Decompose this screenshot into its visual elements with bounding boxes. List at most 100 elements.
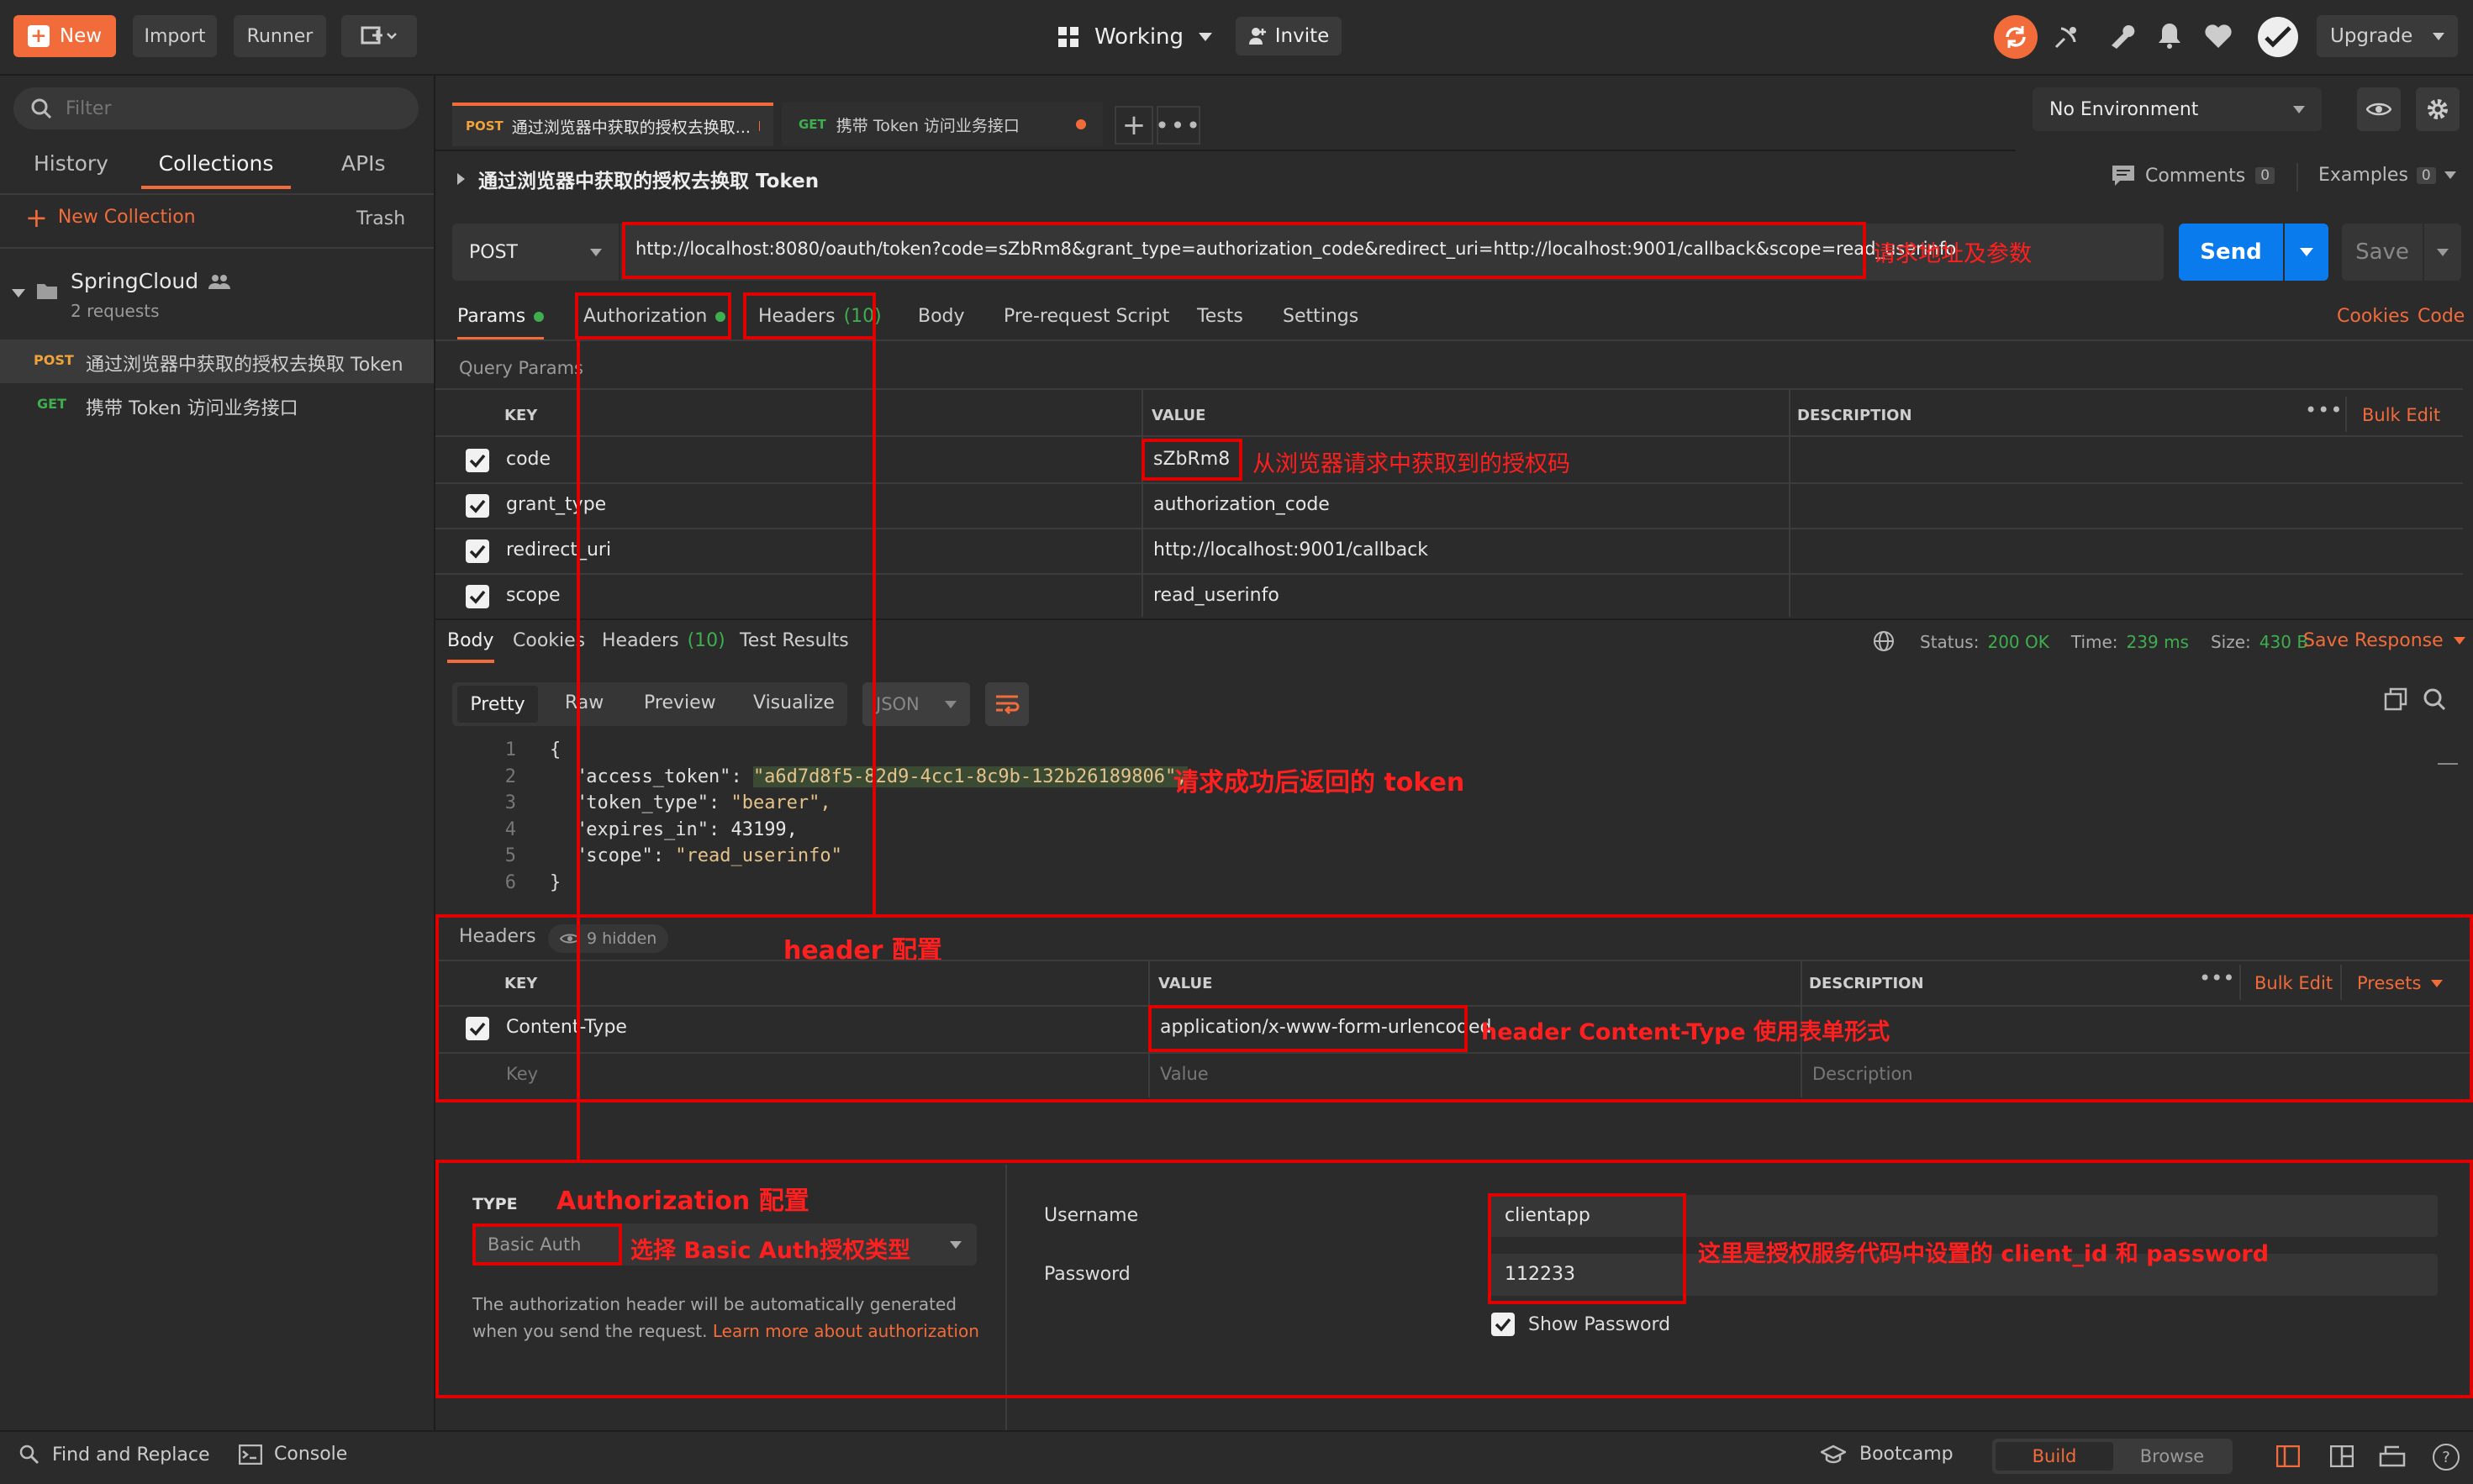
tab-authorization[interactable]: Authorization — [583, 306, 726, 327]
bulk-edit-link[interactable]: Bulk Edit — [2254, 973, 2333, 993]
wrap-lines-button[interactable] — [985, 682, 1029, 726]
show-password-toggle[interactable]: Show Password — [1491, 1313, 1670, 1336]
heart-icon[interactable] — [2204, 24, 2233, 49]
header-value[interactable]: application/x-www-form-urlencoded — [1160, 1017, 1491, 1038]
wrench-icon[interactable] — [2108, 22, 2135, 49]
learn-more-link[interactable]: Learn more about authorization — [713, 1321, 979, 1341]
collection-springcloud[interactable]: SpringCloud 2 requests — [0, 262, 434, 329]
sidebar-request-item[interactable]: POST 通过浏览器中获取的授权去换取 Token — [0, 339, 434, 383]
filter-field[interactable] — [13, 87, 419, 129]
show-password-checkbox[interactable] — [1491, 1313, 1515, 1336]
globe-icon[interactable] — [1873, 630, 1895, 652]
manage-environments[interactable] — [2416, 87, 2460, 131]
satellite-icon[interactable] — [2053, 22, 2081, 50]
import-button[interactable]: Import — [133, 15, 217, 57]
param-checkbox[interactable] — [466, 494, 489, 518]
search-icon[interactable] — [2423, 687, 2446, 711]
param-key[interactable]: code — [506, 449, 551, 470]
new-window-button[interactable] — [341, 15, 417, 57]
upgrade-button[interactable]: Upgrade — [2317, 15, 2458, 57]
send-button[interactable]: Send — [2179, 224, 2283, 281]
request-tab-active[interactable]: POST 通过浏览器中获取的授权去换取... — [452, 103, 773, 146]
username-input[interactable]: clientapp — [1505, 1205, 1590, 1226]
environment-select[interactable]: No Environment — [2033, 87, 2322, 131]
format-select[interactable]: JSON — [862, 682, 970, 726]
help-icon[interactable]: ? — [2433, 1444, 2460, 1471]
new-header-key[interactable]: Key — [506, 1064, 538, 1084]
more-options-icon[interactable]: ••• — [2305, 398, 2343, 422]
param-checkbox[interactable] — [466, 585, 489, 608]
tab-settings[interactable]: Settings — [1283, 306, 1358, 327]
copy-icon[interactable] — [2384, 687, 2407, 711]
layout-icon[interactable] — [2330, 1445, 2354, 1467]
username-field[interactable] — [1490, 1195, 2438, 1237]
two-pane-icon[interactable] — [2276, 1445, 2300, 1467]
keyboard-icon[interactable] — [2379, 1444, 2406, 1467]
password-input[interactable]: 112233 — [1505, 1264, 1575, 1285]
request-tab[interactable]: GET 携带 Token 访问业务接口 — [782, 103, 1103, 146]
tab-body[interactable]: Body — [918, 306, 965, 327]
sync-icon[interactable] — [1994, 15, 2038, 59]
tab-apis[interactable]: APIs — [341, 151, 386, 176]
new-header-value[interactable]: Value — [1160, 1064, 1209, 1084]
find-replace-button[interactable]: Find and Replace — [18, 1444, 209, 1466]
send-options-button[interactable] — [2285, 224, 2328, 281]
code-link[interactable]: Code — [2418, 306, 2465, 327]
add-tab-button[interactable]: + — [1115, 106, 1153, 145]
console-button[interactable]: Console — [239, 1444, 347, 1465]
view-visualize[interactable]: Visualize — [753, 692, 835, 713]
invite-button[interactable]: Invite — [1236, 17, 1342, 55]
param-value[interactable]: authorization_code — [1153, 494, 1330, 515]
tab-history[interactable]: History — [34, 151, 108, 176]
param-value[interactable]: http://localhost:9001/callback — [1153, 539, 1428, 560]
tab-params[interactable]: Params — [457, 306, 545, 340]
header-checkbox[interactable] — [466, 1017, 489, 1040]
header-key[interactable]: Content-Type — [506, 1017, 627, 1038]
response-tab-test-results[interactable]: Test Results — [740, 630, 849, 651]
filter-input[interactable] — [64, 97, 387, 120]
comments-button[interactable]: Comments 0 — [2112, 165, 2275, 187]
param-checkbox[interactable] — [466, 449, 489, 472]
sidebar-request-item[interactable]: GET 携带 Token 访问业务接口 — [0, 383, 434, 427]
save-options-button[interactable] — [2424, 224, 2461, 281]
build-mode-button[interactable]: Build — [1996, 1442, 2113, 1471]
avatar[interactable] — [2258, 17, 2298, 57]
tab-tests[interactable]: Tests — [1197, 306, 1243, 327]
trash-link[interactable]: Trash — [356, 208, 405, 229]
bootcamp-button[interactable]: Bootcamp — [1821, 1444, 1954, 1465]
save-button[interactable]: Save — [2342, 224, 2423, 281]
response-tab-headers[interactable]: Headers (10) — [602, 630, 725, 651]
method-select[interactable]: POST — [452, 224, 619, 281]
presets-button[interactable]: Presets — [2357, 973, 2444, 993]
param-key[interactable]: redirect_uri — [506, 539, 611, 560]
workspace-switcher[interactable]: Working — [1057, 18, 1213, 55]
new-header-description[interactable]: Description — [1812, 1064, 1913, 1084]
examples-button[interactable]: Examples 0 — [2318, 165, 2456, 186]
cookies-link[interactable]: Cookies — [2337, 306, 2409, 327]
environment-quick-look[interactable] — [2357, 87, 2401, 131]
more-options-icon[interactable]: ••• — [2199, 966, 2234, 990]
more-tabs-icon[interactable]: ••• — [1155, 106, 1200, 145]
param-key[interactable]: scope — [506, 585, 561, 606]
param-value[interactable]: sZbRm8 — [1153, 449, 1230, 470]
param-checkbox[interactable] — [466, 539, 489, 563]
response-tab-cookies[interactable]: Cookies — [513, 630, 585, 651]
tab-prerequest[interactable]: Pre-request Script — [1004, 306, 1169, 327]
param-value[interactable]: read_userinfo — [1153, 585, 1279, 606]
url-input[interactable]: http://localhost:8080/oauth/token?code=s… — [635, 239, 1956, 259]
new-button[interactable]: + New — [13, 15, 116, 57]
save-response-button[interactable]: Save Response — [2303, 630, 2465, 651]
tab-collections[interactable]: Collections — [141, 151, 291, 189]
bell-icon[interactable] — [2157, 22, 2182, 49]
response-tab-body[interactable]: Body — [447, 630, 494, 663]
caret-right-icon[interactable] — [457, 173, 465, 185]
view-pretty[interactable]: Pretty — [457, 686, 538, 723]
bulk-edit-link[interactable]: Bulk Edit — [2362, 405, 2440, 425]
param-key[interactable]: grant_type — [506, 494, 606, 515]
tab-headers[interactable]: Headers (10) — [758, 306, 882, 327]
view-preview[interactable]: Preview — [644, 692, 716, 713]
view-raw[interactable]: Raw — [565, 692, 604, 713]
hidden-headers-toggle[interactable]: 9 hidden — [548, 924, 669, 953]
runner-button[interactable]: Runner — [234, 15, 326, 57]
new-collection-button[interactable]: + New Collection — [25, 204, 196, 231]
